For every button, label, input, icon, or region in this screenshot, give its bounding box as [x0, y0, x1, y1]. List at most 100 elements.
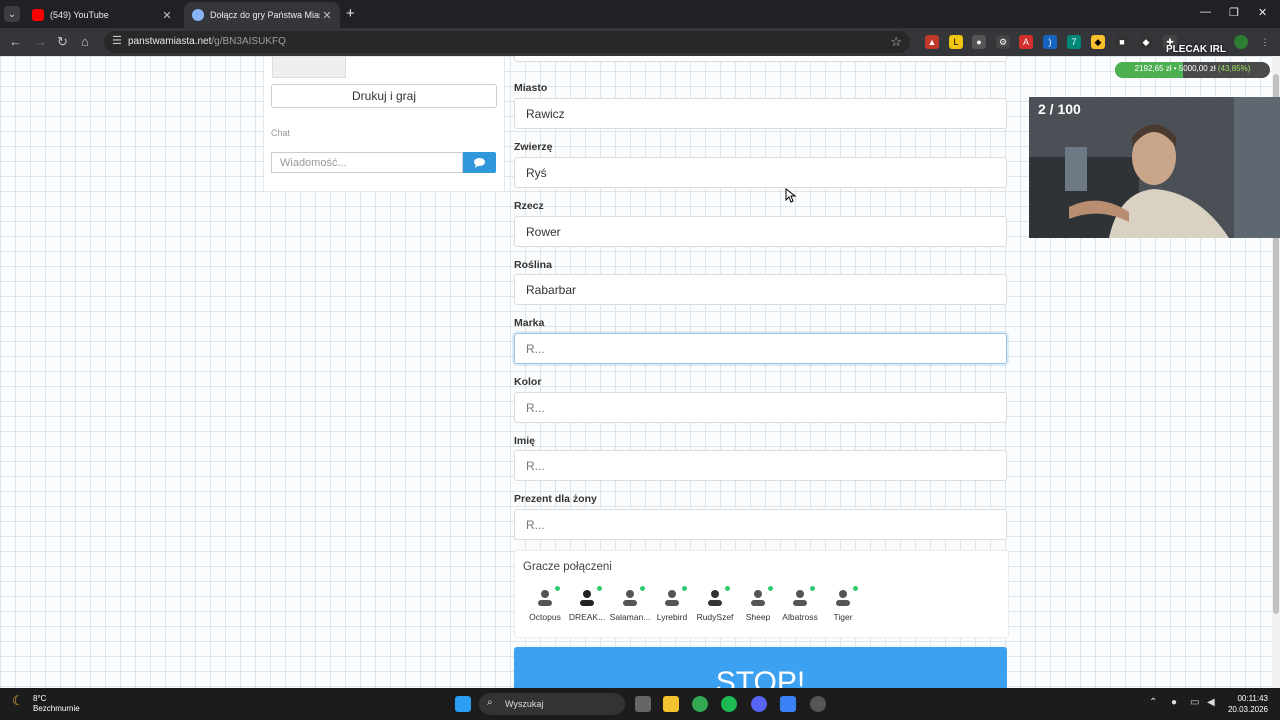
extension-icon[interactable]: 7	[1067, 35, 1081, 49]
extension-icon[interactable]: ■	[1115, 35, 1129, 49]
microphone-icon[interactable]: ●	[1171, 697, 1177, 708]
close-icon[interactable]: ✕	[320, 9, 334, 22]
user-icon	[751, 590, 765, 606]
field-input-miasto[interactable]: Rawicz	[514, 98, 1007, 129]
moon-icon: ☾	[12, 693, 24, 708]
extension-icon[interactable]: ▲	[925, 35, 939, 49]
maximize-icon[interactable]: ❐	[1229, 6, 1239, 19]
field-input-imie[interactable]: R...	[514, 450, 1007, 481]
field-input-prezent[interactable]: R...	[514, 509, 1007, 540]
weather-widget[interactable]: ☾ 8°C Bezchmurnie	[12, 694, 80, 714]
task-view-icon[interactable]	[635, 696, 651, 712]
youtube-icon	[32, 9, 44, 21]
extension-icon[interactable]: ●	[972, 35, 986, 49]
field-label-kolor: Kolor	[514, 376, 542, 388]
print-preview-image	[272, 57, 346, 78]
user-icon	[836, 590, 850, 606]
field-input-kolor[interactable]: R...	[514, 392, 1007, 423]
volume-icon[interactable]: ◀	[1207, 697, 1215, 708]
windows-start-icon[interactable]	[455, 696, 471, 712]
user-icon	[623, 590, 637, 606]
chevron-up-icon[interactable]: ⌃	[1149, 697, 1157, 708]
windows-taskbar: ☾ 8°C Bezchmurnie ⌕ Wyszukaj ⌃ ● ▭ ◀ 00:…	[0, 688, 1280, 720]
clock-time: 00:11:43	[1237, 694, 1268, 703]
close-window-icon[interactable]: ✕	[1258, 6, 1267, 19]
home-icon[interactable]: ⌂	[81, 34, 89, 49]
field-input-marka[interactable]: R...	[514, 333, 1007, 364]
field-label-marka: Marka	[514, 317, 545, 329]
tab-panstwa-miasta[interactable]: Dołącz do gry Państwa Miasta ✕	[184, 2, 340, 28]
online-indicator	[768, 586, 773, 591]
chat-send-button[interactable]	[463, 152, 496, 173]
webcam-overlay: 2 / 100	[1029, 97, 1280, 238]
field-label-zwierze: Zwierzę	[514, 141, 553, 153]
tab-search-button[interactable]: ⌄	[4, 6, 20, 22]
online-indicator	[725, 586, 730, 591]
user-icon	[793, 590, 807, 606]
user-icon	[580, 590, 594, 606]
answer-form: Miasto Rawicz Zwierzę Ryś Rzecz Rower Ro…	[514, 56, 1009, 688]
taskbar-clock[interactable]: 00:11:43 20.03.2026	[1222, 693, 1268, 715]
obs-icon[interactable]	[810, 696, 826, 712]
user-icon	[665, 590, 679, 606]
overlay-title: PLECAK IRL	[1166, 44, 1226, 55]
extension-icon[interactable]: )	[1043, 35, 1057, 49]
extension-icon[interactable]: A	[1019, 35, 1033, 49]
speech-bubble-icon	[474, 158, 485, 168]
online-indicator	[810, 586, 815, 591]
extension-icon[interactable]: ◆	[1139, 35, 1153, 49]
bookmark-star-icon[interactable]: ☆	[890, 34, 902, 50]
spotify-icon[interactable]	[721, 696, 737, 712]
field-input-rzecz[interactable]: Rower	[514, 216, 1007, 247]
stop-button[interactable]: STOP!	[514, 647, 1007, 688]
notepad-icon[interactable]	[780, 696, 796, 712]
field-input-roslina[interactable]: Rabarbar	[514, 274, 1007, 305]
back-icon[interactable]: ←	[9, 34, 22, 49]
reload-icon[interactable]: ↻	[57, 34, 68, 50]
field-input-previous[interactable]	[514, 56, 1007, 62]
site-info-icon[interactable]: ☰	[112, 34, 122, 47]
file-explorer-icon[interactable]	[663, 696, 679, 712]
mouse-cursor-icon	[785, 188, 797, 203]
weather-condition: Bezchmurnie	[33, 704, 80, 713]
side-card: Drukuj i graj Chat Wiadomość...	[263, 56, 505, 192]
online-indicator	[555, 586, 560, 591]
close-icon[interactable]: ✕	[160, 9, 174, 22]
online-indicator	[640, 586, 645, 591]
address-bar[interactable]: ☰ panstwamiasta.net/g/BN3AISUKFQ ☆	[104, 31, 910, 53]
extension-icon[interactable]: ⚙	[996, 35, 1010, 49]
url-text: panstwamiasta.net/g/BN3AISUKFQ	[128, 36, 286, 47]
avatar[interactable]	[1234, 35, 1248, 49]
online-indicator	[853, 586, 858, 591]
search-icon: ⌕	[487, 697, 493, 708]
tab-title: Dołącz do gry Państwa Miasta	[210, 10, 320, 20]
new-tab-button[interactable]: +	[346, 5, 355, 22]
discord-icon[interactable]	[751, 696, 767, 712]
taskbar-search[interactable]: ⌕ Wyszukaj	[479, 693, 625, 715]
field-label-rzecz: Rzecz	[514, 200, 544, 212]
weather-temp: 8°C	[33, 694, 47, 703]
minimize-icon[interactable]: —	[1200, 6, 1211, 18]
field-label-roslina: Roślina	[514, 259, 552, 271]
chat-message-input[interactable]: Wiadomość...	[271, 152, 463, 173]
player-item: Tiger	[821, 585, 865, 625]
menu-icon[interactable]: ⋮	[1258, 35, 1272, 49]
user-icon	[538, 590, 552, 606]
print-and-play-button[interactable]: Drukuj i graj	[271, 84, 497, 108]
globe-icon	[192, 9, 204, 21]
forward-icon[interactable]: →	[34, 34, 47, 49]
chrome-icon[interactable]	[692, 696, 708, 712]
user-icon	[708, 590, 722, 606]
extension-icon[interactable]: ◆	[1091, 35, 1105, 49]
tab-youtube[interactable]: (549) YouTube ✕	[24, 2, 180, 28]
webcam-feed-image	[1029, 97, 1280, 238]
clock-date: 20.03.2026	[1227, 705, 1268, 714]
connected-players-panel: Gracze połączeni Octopus DREAK... Salama…	[514, 550, 1009, 638]
field-input-zwierze[interactable]: Ryś	[514, 157, 1007, 188]
network-icon[interactable]: ▭	[1190, 697, 1199, 708]
players-title: Gracze połączeni	[523, 561, 612, 573]
extension-icon[interactable]: L	[949, 35, 963, 49]
field-label-imie: Imię	[514, 435, 536, 447]
chat-label: Chat	[271, 128, 291, 138]
field-label-miasto: Miasto	[514, 82, 548, 94]
